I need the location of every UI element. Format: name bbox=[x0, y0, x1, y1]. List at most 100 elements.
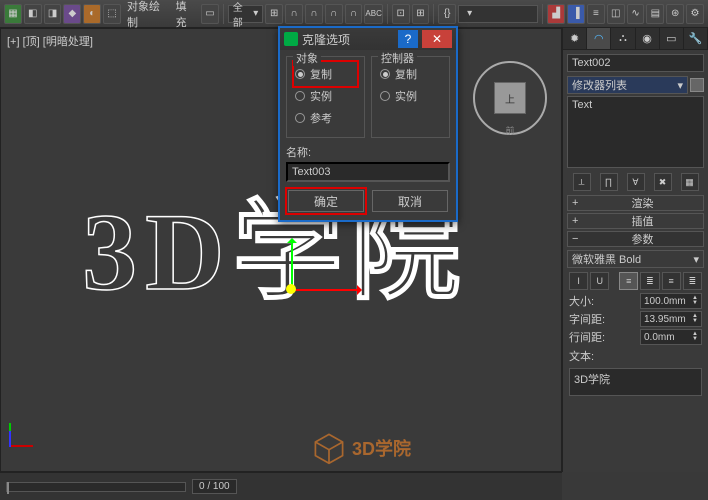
clone-name-input[interactable] bbox=[286, 162, 450, 182]
stack-toolbar: ⟂ ∏ ∀ ✖ ▦ bbox=[563, 170, 708, 194]
align-right-button[interactable]: ≡ bbox=[662, 272, 681, 290]
text-label: 文本: bbox=[563, 346, 708, 366]
align-icon[interactable]: ▐ bbox=[567, 4, 585, 24]
radio-instance[interactable]: 实例 bbox=[295, 85, 356, 107]
material-editor-icon[interactable]: ⊛ bbox=[666, 4, 684, 24]
radio-ctrl-instance[interactable]: 实例 bbox=[380, 85, 441, 107]
mirror-icon[interactable]: ▟ bbox=[547, 4, 565, 24]
curve-editor-icon[interactable]: ∿ bbox=[627, 4, 645, 24]
font-dropdown[interactable]: 微软雅黑 Bold▾ bbox=[567, 250, 704, 268]
name-label: 名称: bbox=[286, 144, 450, 162]
hierarchy-tab[interactable]: ⛬ bbox=[611, 28, 635, 49]
watermark: 3D学院 bbox=[312, 431, 411, 465]
motion-tab[interactable]: ◉ bbox=[636, 28, 660, 49]
close-button[interactable]: ✕ bbox=[422, 30, 452, 48]
viewcube[interactable]: 上 前 bbox=[473, 61, 547, 135]
filter-dropdown[interactable]: 全部▾ bbox=[228, 5, 264, 23]
modifier-stack[interactable]: Text bbox=[567, 96, 704, 168]
tool-icon[interactable]: ◧ bbox=[24, 4, 42, 24]
tool-icon[interactable]: ⊡ bbox=[392, 4, 410, 24]
snap-icon[interactable]: ∩ bbox=[345, 4, 363, 24]
layers-icon[interactable]: ≡ bbox=[587, 4, 605, 24]
italic-button[interactable]: I bbox=[569, 272, 588, 290]
tool-icon[interactable]: ▭ bbox=[201, 4, 219, 24]
display-icon: ▭ bbox=[666, 32, 676, 45]
size-spinner[interactable]: 100.0mm▲▼ bbox=[640, 293, 702, 309]
tool-icon[interactable]: ◆ bbox=[63, 4, 81, 24]
group-title: 控制器 bbox=[378, 50, 417, 66]
kerning-spinner[interactable]: 13.95mm▲▼ bbox=[640, 311, 702, 327]
radio-dot-icon bbox=[380, 91, 390, 101]
text-style-row: I U ≡ ≣ ≡ ≣ bbox=[563, 270, 708, 292]
tool-icon[interactable]: ▤ bbox=[646, 4, 664, 24]
tool-icon[interactable]: ◐ bbox=[83, 4, 101, 24]
cancel-button[interactable]: 取消 bbox=[372, 190, 448, 212]
radio-dot-icon bbox=[295, 113, 305, 123]
utilities-tab[interactable]: 🔧 bbox=[684, 28, 708, 49]
toolbar-label: 填充 bbox=[172, 0, 199, 30]
arc-icon: ◠ bbox=[594, 32, 604, 45]
tool-icon[interactable]: ⬚ bbox=[103, 4, 121, 24]
timeline[interactable] bbox=[6, 482, 186, 492]
remove-modifier-icon[interactable]: ✖ bbox=[654, 173, 672, 191]
named-sets-icon[interactable]: {} bbox=[438, 4, 456, 24]
rollout-rendering[interactable]: +渲染 bbox=[567, 195, 704, 211]
tool-icon[interactable]: ⊞ bbox=[412, 4, 430, 24]
pin-stack-icon[interactable]: ⟂ bbox=[573, 173, 591, 191]
display-tab[interactable]: ▭ bbox=[660, 28, 684, 49]
kerning-label: 字间距: bbox=[569, 311, 605, 327]
object-group: 对象 复制 实例 参考 bbox=[286, 56, 365, 138]
viewport-label[interactable]: [+] [顶] [明暗处理] bbox=[7, 33, 93, 49]
group-title: 对象 bbox=[293, 50, 321, 66]
leading-spinner[interactable]: 0.0mm▲▼ bbox=[640, 329, 702, 345]
text-icon[interactable]: ABC bbox=[364, 4, 382, 24]
plus-icon: + bbox=[572, 215, 582, 227]
main-toolbar: ▦ ◧ ◨ ◆ ◐ ⬚ 对象绘制 填充 ▭ 全部▾ ⊞ ∩ ∩ ∩ ∩ ABC … bbox=[0, 0, 708, 28]
dialog-title: 克隆选项 bbox=[302, 31, 394, 48]
time-slider-bar: 0 / 100 bbox=[0, 472, 562, 500]
rollout-interpolation[interactable]: +插值 bbox=[567, 213, 704, 229]
align-left-button[interactable]: ≡ bbox=[619, 272, 638, 290]
tool-icon[interactable]: ◨ bbox=[44, 4, 62, 24]
align-center-button[interactable]: ≣ bbox=[640, 272, 659, 290]
radio-copy[interactable]: 复制 bbox=[295, 63, 356, 85]
snap-icon[interactable]: ∩ bbox=[285, 4, 303, 24]
align-justify-button[interactable]: ≣ bbox=[683, 272, 702, 290]
dialog-titlebar[interactable]: 克隆选项 ? ✕ bbox=[280, 28, 456, 50]
underline-button[interactable]: U bbox=[590, 272, 609, 290]
plus-icon: + bbox=[572, 197, 582, 209]
object-color-swatch[interactable] bbox=[690, 78, 704, 92]
stack-item[interactable]: Text bbox=[572, 99, 699, 111]
modify-tab[interactable]: ◠ bbox=[587, 28, 611, 49]
viewcube-ring-label: 前 bbox=[505, 124, 514, 137]
viewcube-face[interactable]: 上 bbox=[494, 82, 526, 114]
toolbar-label: 对象绘制 bbox=[123, 0, 170, 30]
frame-indicator[interactable]: 0 / 100 bbox=[192, 479, 237, 494]
motion-icon: ◉ bbox=[642, 32, 652, 45]
modifier-list-dropdown[interactable]: 修改器列表▾ bbox=[567, 76, 688, 94]
tool-icon[interactable]: ⊞ bbox=[265, 4, 283, 24]
tool-icon[interactable]: ▦ bbox=[4, 4, 22, 24]
rollout-parameters[interactable]: −参数 bbox=[567, 231, 704, 247]
ok-button[interactable]: 确定 bbox=[288, 190, 364, 212]
snap-icon[interactable]: ∩ bbox=[305, 4, 323, 24]
tool-icon[interactable]: ◫ bbox=[607, 4, 625, 24]
create-tab[interactable]: ✹ bbox=[563, 28, 587, 49]
radio-ctrl-copy[interactable]: 复制 bbox=[380, 63, 441, 85]
plus-icon: ✹ bbox=[570, 32, 579, 45]
leading-label: 行间距: bbox=[569, 329, 605, 345]
show-end-result-icon[interactable]: ∏ bbox=[600, 173, 618, 191]
configure-sets-icon[interactable]: ▦ bbox=[681, 173, 699, 191]
radio-reference[interactable]: 参考 bbox=[295, 107, 356, 129]
named-sets-dropdown[interactable]: ▾ bbox=[458, 5, 538, 23]
object-name-input[interactable] bbox=[567, 54, 704, 72]
link-icon: ⛬ bbox=[619, 32, 627, 45]
help-button[interactable]: ? bbox=[398, 30, 418, 48]
render-setup-icon[interactable]: ⚙ bbox=[686, 4, 704, 24]
make-unique-icon[interactable]: ∀ bbox=[627, 173, 645, 191]
radio-dot-icon bbox=[380, 69, 390, 79]
text-content-input[interactable]: 3D学院 bbox=[569, 368, 702, 396]
command-panel-tabs: ✹ ◠ ⛬ ◉ ▭ 🔧 bbox=[563, 28, 708, 50]
wrench-icon: 🔧 bbox=[689, 32, 703, 45]
snap-icon[interactable]: ∩ bbox=[325, 4, 343, 24]
